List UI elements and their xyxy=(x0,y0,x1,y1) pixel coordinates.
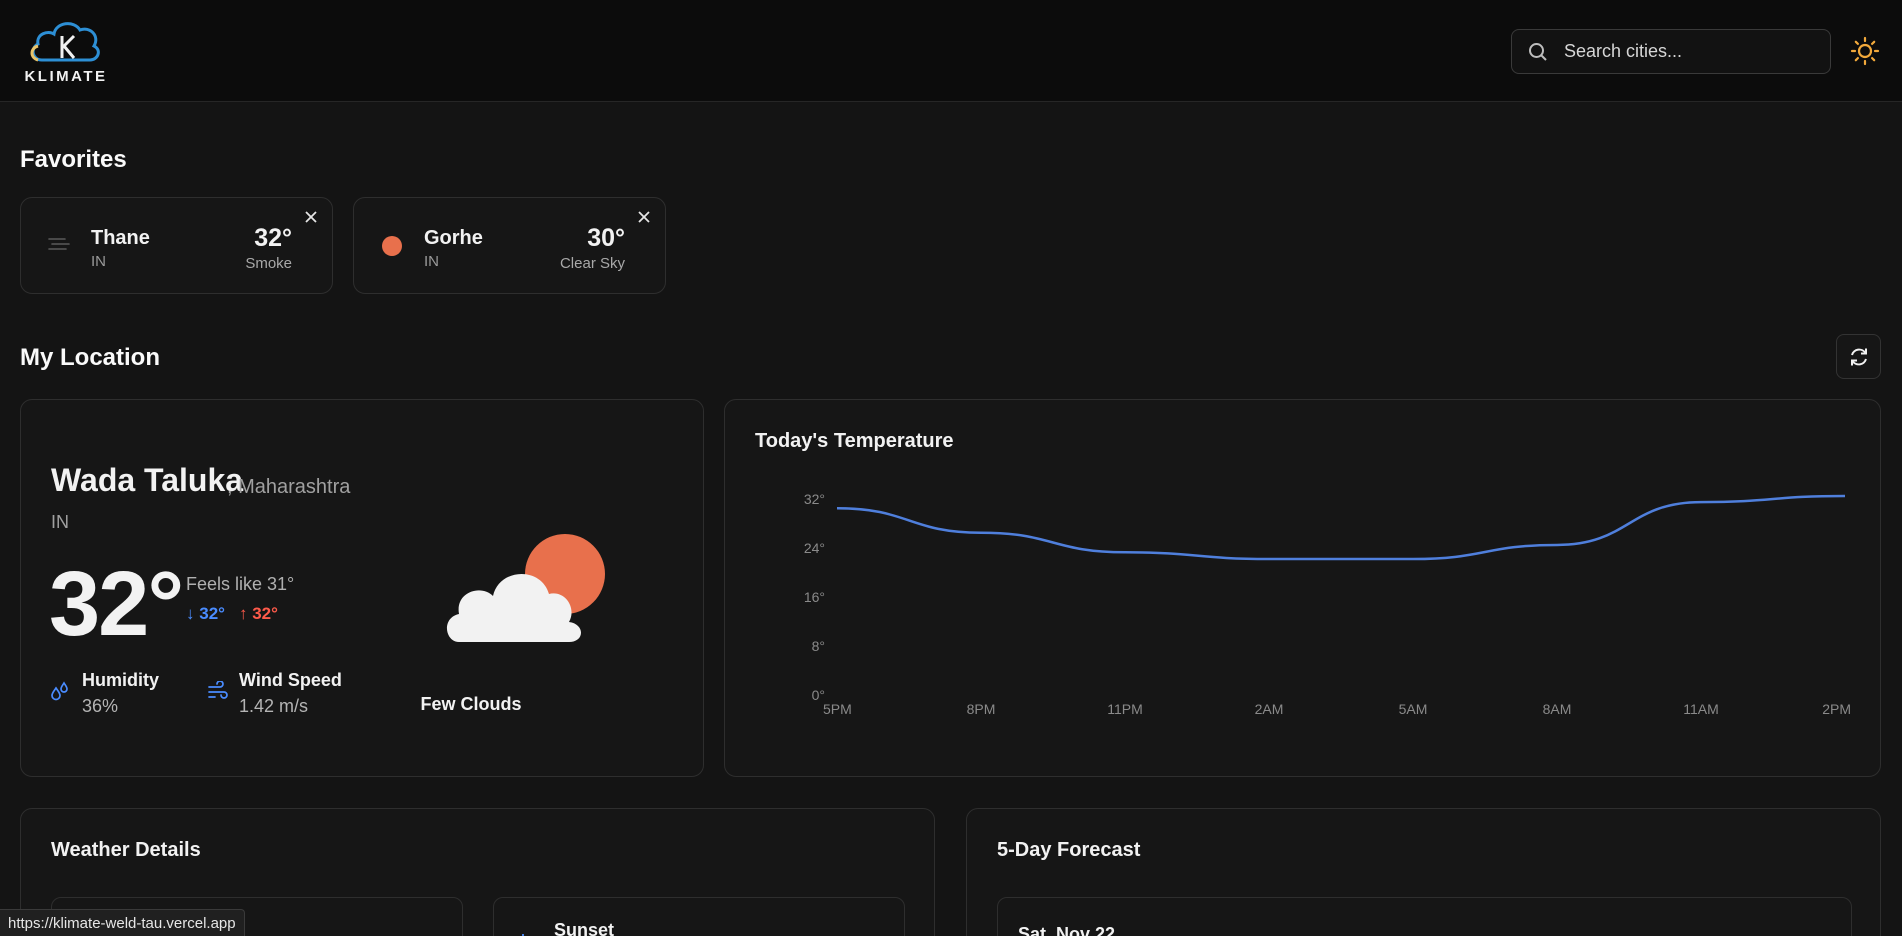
y-tick-label: 8° xyxy=(812,638,825,654)
forecast-day-row: Sat, Nov 22 xyxy=(997,897,1852,936)
max-temp-value: 32° xyxy=(252,604,278,623)
location-city: Wada Taluka xyxy=(51,462,244,498)
arrow-down-icon xyxy=(522,934,524,936)
favorites-title: Favorites xyxy=(20,146,127,173)
haze-icon xyxy=(48,238,70,250)
klimate-logo[interactable]: KLIMATE xyxy=(24,16,108,86)
min-temp: ↓ 32° xyxy=(186,604,225,624)
y-tick-label: 24° xyxy=(804,540,825,556)
my-location-title: My Location xyxy=(20,344,161,371)
favorite-name: Gorhe xyxy=(424,227,483,249)
droplets-icon xyxy=(51,681,68,701)
current-weather-card: Wada Taluka , Maharashtra IN 32° Feels l… xyxy=(20,399,704,777)
x-tick-label: 8PM xyxy=(967,701,996,717)
humidity-label: Humidity xyxy=(82,670,160,690)
close-icon xyxy=(305,211,317,223)
x-tick-label: 5PM xyxy=(823,701,852,717)
sun-icon xyxy=(1850,36,1880,66)
detail-box-sunset: Sunset xyxy=(493,897,905,936)
wind-speed-label: Wind Speed xyxy=(239,670,342,690)
location-country: IN xyxy=(51,512,69,532)
x-tick-label: 11AM xyxy=(1683,701,1719,717)
favorite-condition: Smoke xyxy=(245,255,292,272)
max-temp: ↑ 32° xyxy=(239,604,278,624)
search-cities-button[interactable]: Search cities... xyxy=(1511,29,1831,74)
theme-toggle-button[interactable] xyxy=(1848,34,1882,68)
humidity-value: 36% xyxy=(82,696,119,716)
forecast-title: 5-Day Forecast xyxy=(997,839,1141,861)
arrow-down-icon: ↓ xyxy=(186,604,200,623)
sun-icon xyxy=(382,236,402,256)
favorite-card-thane[interactable]: Thane IN 32° Smoke xyxy=(20,197,333,294)
temperature-series-line xyxy=(836,494,1846,561)
logo-text: KLIMATE xyxy=(24,68,108,85)
x-tick-label: 2AM xyxy=(1255,701,1284,717)
status-bar-url: https://klimate-weld-tau.vercel.app xyxy=(0,909,245,936)
y-tick-label: 32° xyxy=(804,491,825,507)
forecast-card: 5-Day Forecast Sat, Nov 22 xyxy=(966,808,1881,936)
min-temp-value: 32° xyxy=(199,604,225,623)
x-tick-label: 5AM xyxy=(1399,701,1428,717)
feels-like: Feels like 31° xyxy=(186,574,295,594)
x-tick-label: 2PM xyxy=(1822,701,1851,717)
arrow-up-icon: ↑ xyxy=(238,604,253,623)
forecast-day-label: Sat, Nov 22 xyxy=(1018,924,1116,936)
app-header: KLIMATE Search cities... xyxy=(0,0,1902,102)
sunset-label: Sunset xyxy=(554,920,615,936)
y-tick-label: 16° xyxy=(804,589,825,605)
condition-text: Few Clouds xyxy=(420,694,522,714)
current-temp: 32° xyxy=(49,553,184,655)
x-tick-label: 11PM xyxy=(1107,701,1143,717)
few-clouds-icon xyxy=(446,534,605,642)
wind-speed-value: 1.42 m/s xyxy=(239,696,309,716)
refresh-icon xyxy=(1850,348,1867,365)
cloud-logo-icon xyxy=(30,22,100,62)
x-tick-label: 8AM xyxy=(1543,701,1572,717)
favorite-name: Thane xyxy=(91,227,150,249)
location-state: , Maharashtra xyxy=(227,476,351,498)
close-icon xyxy=(638,211,650,223)
weather-details-title: Weather Details xyxy=(51,839,201,861)
favorite-temp: 30° xyxy=(587,224,625,252)
temperature-chart-card: Today's Temperature 0° 8° 16° 24° 32° 5PM 8PM 1… xyxy=(724,399,1881,777)
remove-favorite-button[interactable] xyxy=(302,208,320,226)
temperature-line-chart: 0°8°16°24°32°5PM 8PM 11PM 2AM 5AM 8AM 11AM 2PM xyxy=(804,491,1851,717)
favorite-country: IN xyxy=(91,253,106,270)
favorite-temp: 32° xyxy=(254,224,292,252)
favorite-country: IN xyxy=(424,253,439,270)
search-icon xyxy=(1529,42,1547,61)
remove-favorite-button[interactable] xyxy=(635,208,653,226)
min-max-temp: ↓ 32° ↑ 32° xyxy=(186,604,278,624)
refresh-button[interactable] xyxy=(1836,334,1881,379)
favorite-condition: Clear Sky xyxy=(559,255,625,272)
search-placeholder: Search cities... xyxy=(1564,41,1683,61)
favorite-card-gorhe[interactable]: Gorhe IN 30° Clear Sky xyxy=(353,197,666,294)
wind-icon xyxy=(208,681,228,699)
